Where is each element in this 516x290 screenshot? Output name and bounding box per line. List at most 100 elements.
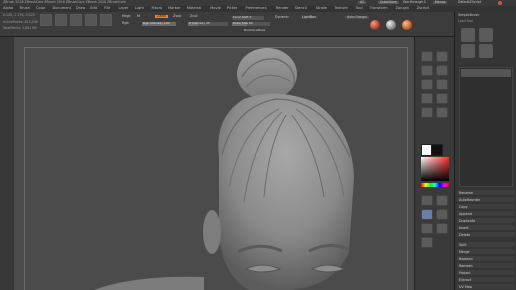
- menu-transform[interactable]: Transform: [370, 6, 388, 11]
- material-sphere-skinshade[interactable]: [370, 20, 380, 30]
- ac-button[interactable]: AC: [358, 0, 367, 5]
- zcut-toggle[interactable]: Zcut: [190, 14, 198, 18]
- zadd-toggle[interactable]: Zadd: [155, 14, 168, 19]
- menu-picker[interactable]: Picker: [227, 6, 238, 11]
- secondary-color-swatch[interactable]: [431, 144, 443, 156]
- default-zscript-button[interactable]: DefaultZScript: [458, 0, 481, 4]
- aahalf-button[interactable]: [436, 79, 448, 90]
- tool-thumb-2[interactable]: [479, 28, 493, 42]
- rgb-intensity-slider[interactable]: Rgb Intensity 100: [142, 22, 176, 26]
- quicksave-button[interactable]: QuickSave: [378, 0, 399, 5]
- see-through-button[interactable]: See-through 0: [403, 0, 426, 4]
- z-intensity-slider[interactable]: Z Intensity 25: [188, 22, 228, 26]
- menu-color[interactable]: Color: [36, 6, 45, 11]
- persp-button[interactable]: [421, 93, 433, 104]
- menu-zplugin[interactable]: Zplugin: [396, 6, 410, 11]
- material-sphere-basic[interactable]: [386, 20, 396, 30]
- menu-movie[interactable]: Movie: [210, 6, 221, 11]
- floor-button[interactable]: [436, 93, 448, 104]
- top-toolbar: 0.149,-1.176,-0.420 ActivePoints: 813,43…: [0, 12, 516, 37]
- window-title: ZBrush 2018 ZBrushCore ZBrush 2018 ZBrus…: [3, 0, 126, 4]
- tool-thumb-4[interactable]: [479, 44, 493, 58]
- insert-button[interactable]: Insert: [457, 225, 515, 230]
- delete-button[interactable]: Delete: [457, 232, 515, 237]
- menus-button[interactable]: Menus: [433, 0, 448, 5]
- mrgb-toggle[interactable]: Mrgb: [122, 14, 131, 18]
- menu-brush[interactable]: Brush: [20, 6, 30, 11]
- alpha-button[interactable]: [70, 14, 82, 26]
- tool-panel: SimpleBrush Load Tool Rename AutoReorder…: [454, 12, 516, 290]
- hue-slider[interactable]: [421, 183, 449, 187]
- menu-light[interactable]: Light: [135, 6, 144, 11]
- bpr-button[interactable]: [421, 51, 433, 62]
- zoom-button[interactable]: [436, 65, 448, 76]
- rename-button[interactable]: Rename: [457, 190, 515, 195]
- local-button[interactable]: [421, 107, 433, 118]
- subtool-item[interactable]: [461, 69, 511, 77]
- transp-button[interactable]: [421, 223, 433, 234]
- menu-edit[interactable]: Edit: [90, 6, 97, 11]
- project-button[interactable]: Project: [457, 270, 515, 275]
- menu-stroke[interactable]: Stroke: [316, 6, 327, 11]
- backface-mask-toggle[interactable]: BackfaceMask: [244, 29, 265, 32]
- menu-stencil[interactable]: Stencil: [295, 6, 307, 11]
- boolean-button[interactable]: Boolean: [457, 256, 515, 261]
- uvmap-button[interactable]: UV Map: [457, 284, 515, 289]
- solo-button[interactable]: [436, 223, 448, 234]
- menu-render[interactable]: Render: [276, 6, 289, 11]
- active-points: ActivePoints: 813,436: [3, 20, 38, 24]
- rgb-toggle[interactable]: Rgb: [122, 21, 129, 25]
- frame-button[interactable]: [421, 237, 433, 248]
- menu-macro[interactable]: Macro: [152, 6, 163, 11]
- material-button[interactable]: [100, 14, 112, 26]
- polyf-button[interactable]: [436, 209, 448, 220]
- dynamic-toggle[interactable]: Dynamic: [275, 15, 289, 19]
- menu-marker[interactable]: Marker: [168, 6, 180, 11]
- m-toggle[interactable]: M: [137, 14, 140, 18]
- remesh-button[interactable]: Remesh: [457, 263, 515, 268]
- load-tool-label[interactable]: Load Tool: [458, 19, 473, 23]
- menu-zscript[interactable]: Zscript: [417, 6, 429, 11]
- scroll-button[interactable]: [421, 65, 433, 76]
- duplicate-button[interactable]: Duplicate: [457, 218, 515, 223]
- panel-header: SimpleBrush: [458, 13, 480, 17]
- brush-button[interactable]: [40, 14, 52, 26]
- subtool-list[interactable]: [459, 67, 513, 187]
- viewport-canvas[interactable]: [14, 37, 414, 290]
- left-shelf: [0, 37, 14, 290]
- copy-button[interactable]: Copy: [457, 204, 515, 209]
- menu-file[interactable]: File: [104, 6, 110, 11]
- close-icon[interactable]: [498, 1, 502, 5]
- rotate-button[interactable]: [421, 209, 433, 220]
- spix-button[interactable]: [436, 51, 448, 62]
- menu-layer[interactable]: Layer: [119, 6, 129, 11]
- auto-groups-button[interactable]: Auto Groups: [345, 15, 369, 20]
- lightbox-button[interactable]: LightBox: [300, 15, 318, 20]
- color-picker[interactable]: [421, 157, 449, 181]
- menu-texture[interactable]: Texture: [335, 6, 348, 11]
- extract-button[interactable]: Extract: [457, 277, 515, 282]
- merge-button[interactable]: Merge: [457, 249, 515, 254]
- tool-thumb-3[interactable]: [461, 44, 475, 58]
- zsub-toggle[interactable]: Zsub: [173, 14, 181, 18]
- tool-thumb-1[interactable]: [461, 28, 475, 42]
- material-sphere-orange[interactable]: [402, 20, 412, 30]
- actual-button[interactable]: [421, 79, 433, 90]
- xpose-button[interactable]: [436, 107, 448, 118]
- scale-button[interactable]: [436, 195, 448, 206]
- texture-button[interactable]: [85, 14, 97, 26]
- stroke-button[interactable]: [55, 14, 67, 26]
- menu-material[interactable]: Material: [187, 6, 202, 11]
- menu-preferences[interactable]: Preferences: [246, 6, 267, 11]
- coordinates-readout: 0.149,-1.176,-0.420: [3, 13, 35, 17]
- append-button[interactable]: Append: [457, 211, 515, 216]
- menu-alpha[interactable]: Alpha: [3, 6, 13, 11]
- menu-draw[interactable]: Draw: [76, 6, 85, 11]
- menu-tool[interactable]: Tool: [356, 6, 363, 11]
- autoreorder-button[interactable]: AutoReorder: [457, 197, 515, 202]
- split-button[interactable]: Split: [457, 242, 515, 247]
- draw-size-slider[interactable]: Draw Size 64: [232, 22, 270, 26]
- move-button[interactable]: [421, 195, 433, 206]
- menu-document[interactable]: Document: [53, 6, 72, 11]
- focal-shift-slider[interactable]: Focal Shift 0: [232, 16, 264, 20]
